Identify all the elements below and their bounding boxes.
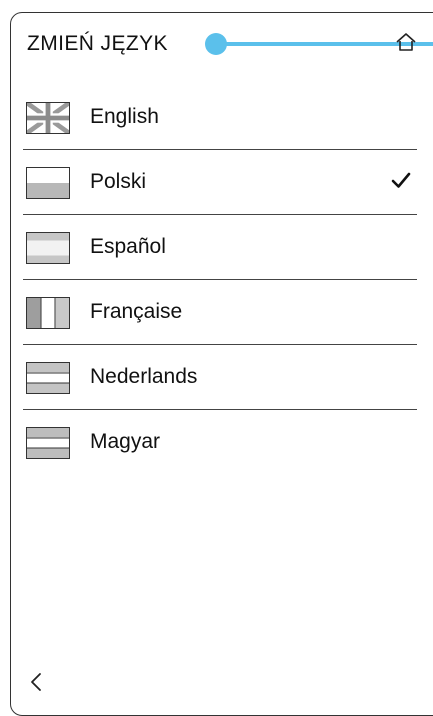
language-label: Polski [90, 170, 147, 193]
language-list: English Polski Español Française Nederla… [23, 85, 417, 475]
language-label: English [90, 105, 159, 128]
flag-netherlands-icon [26, 362, 70, 394]
home-icon[interactable] [395, 31, 417, 53]
flag-hungary-icon [26, 427, 70, 459]
language-item-english[interactable]: English [23, 85, 417, 150]
language-item-magyar[interactable]: Magyar [23, 410, 417, 475]
language-label: Magyar [90, 430, 161, 453]
language-label: Español [90, 235, 166, 258]
flag-france-icon [26, 297, 70, 329]
language-item-espanol[interactable]: Español [23, 215, 417, 280]
flag-uk-icon [26, 102, 70, 134]
annotation-pointer-dot [205, 33, 227, 55]
flag-spain-icon [26, 232, 70, 264]
chevron-left-icon[interactable] [27, 668, 47, 696]
language-item-polski[interactable]: Polski [23, 150, 417, 215]
header: ZMIEŃ JĘZYK [11, 13, 433, 79]
page-title: ZMIEŃ JĘZYK [27, 32, 168, 55]
language-screen: ZMIEŃ JĘZYK English Polski Español Franç… [10, 12, 433, 716]
checkmark-icon [391, 172, 411, 188]
flag-poland-icon [26, 167, 70, 199]
language-label: Française [90, 300, 183, 323]
language-item-nederlands[interactable]: Nederlands [23, 345, 417, 410]
language-label: Nederlands [90, 365, 198, 388]
language-item-francaise[interactable]: Française [23, 280, 417, 345]
